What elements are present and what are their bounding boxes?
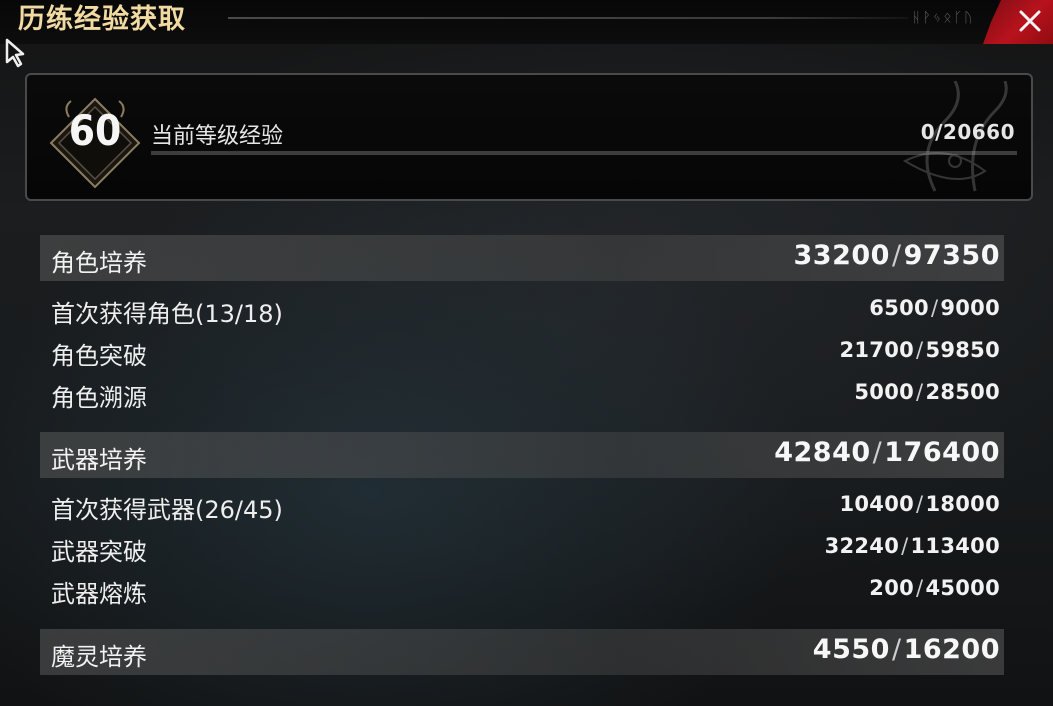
- list-item: 武器熔炼 200/45000: [51, 576, 1000, 608]
- list-item: 首次获得武器(26/45) 10400/18000: [51, 492, 1000, 524]
- close-button[interactable]: [983, 0, 1053, 44]
- level-panel: 60 当前等级经验 0/20660: [25, 73, 1033, 201]
- rune-decoration: ᚺᚹᛃᛟᚴᚢ: [912, 10, 975, 26]
- section-exp-value: 33200/97350: [793, 240, 1000, 271]
- section-title: 魔灵培养: [51, 643, 147, 671]
- section-title: 角色培养: [51, 249, 147, 277]
- title-bar: 历练经验获取 ᚺᚹᛃᛟᚴᚢ: [0, 0, 1053, 44]
- section-weapon-cultivation: 武器培养 42840/176400: [40, 432, 1004, 478]
- section-character-cultivation: 角色培养 33200/97350: [40, 235, 1004, 281]
- list-item: 角色溯源 5000/28500: [51, 380, 1000, 412]
- level-exp-label: 当前等级经验: [151, 124, 284, 149]
- cursor-icon: [5, 38, 25, 68]
- level-number: 60: [68, 106, 122, 155]
- panel-emblem-decoration: [902, 81, 1008, 192]
- section-exp-value: 4550/16200: [812, 634, 1000, 665]
- section-exp-value: 42840/176400: [774, 437, 1000, 468]
- title-divider: [228, 17, 908, 19]
- window-title: 历练经验获取: [18, 4, 186, 35]
- section-spirit-cultivation: 魔灵培养 4550/16200: [40, 629, 1004, 675]
- close-icon: [1019, 10, 1041, 32]
- list-item: 角色突破 21700/59850: [51, 338, 1000, 370]
- section-title: 武器培养: [51, 446, 147, 474]
- list-item: 武器突破 32240/113400: [51, 534, 1000, 566]
- list-item: 首次获得角色(13/18) 6500/9000: [51, 296, 1000, 328]
